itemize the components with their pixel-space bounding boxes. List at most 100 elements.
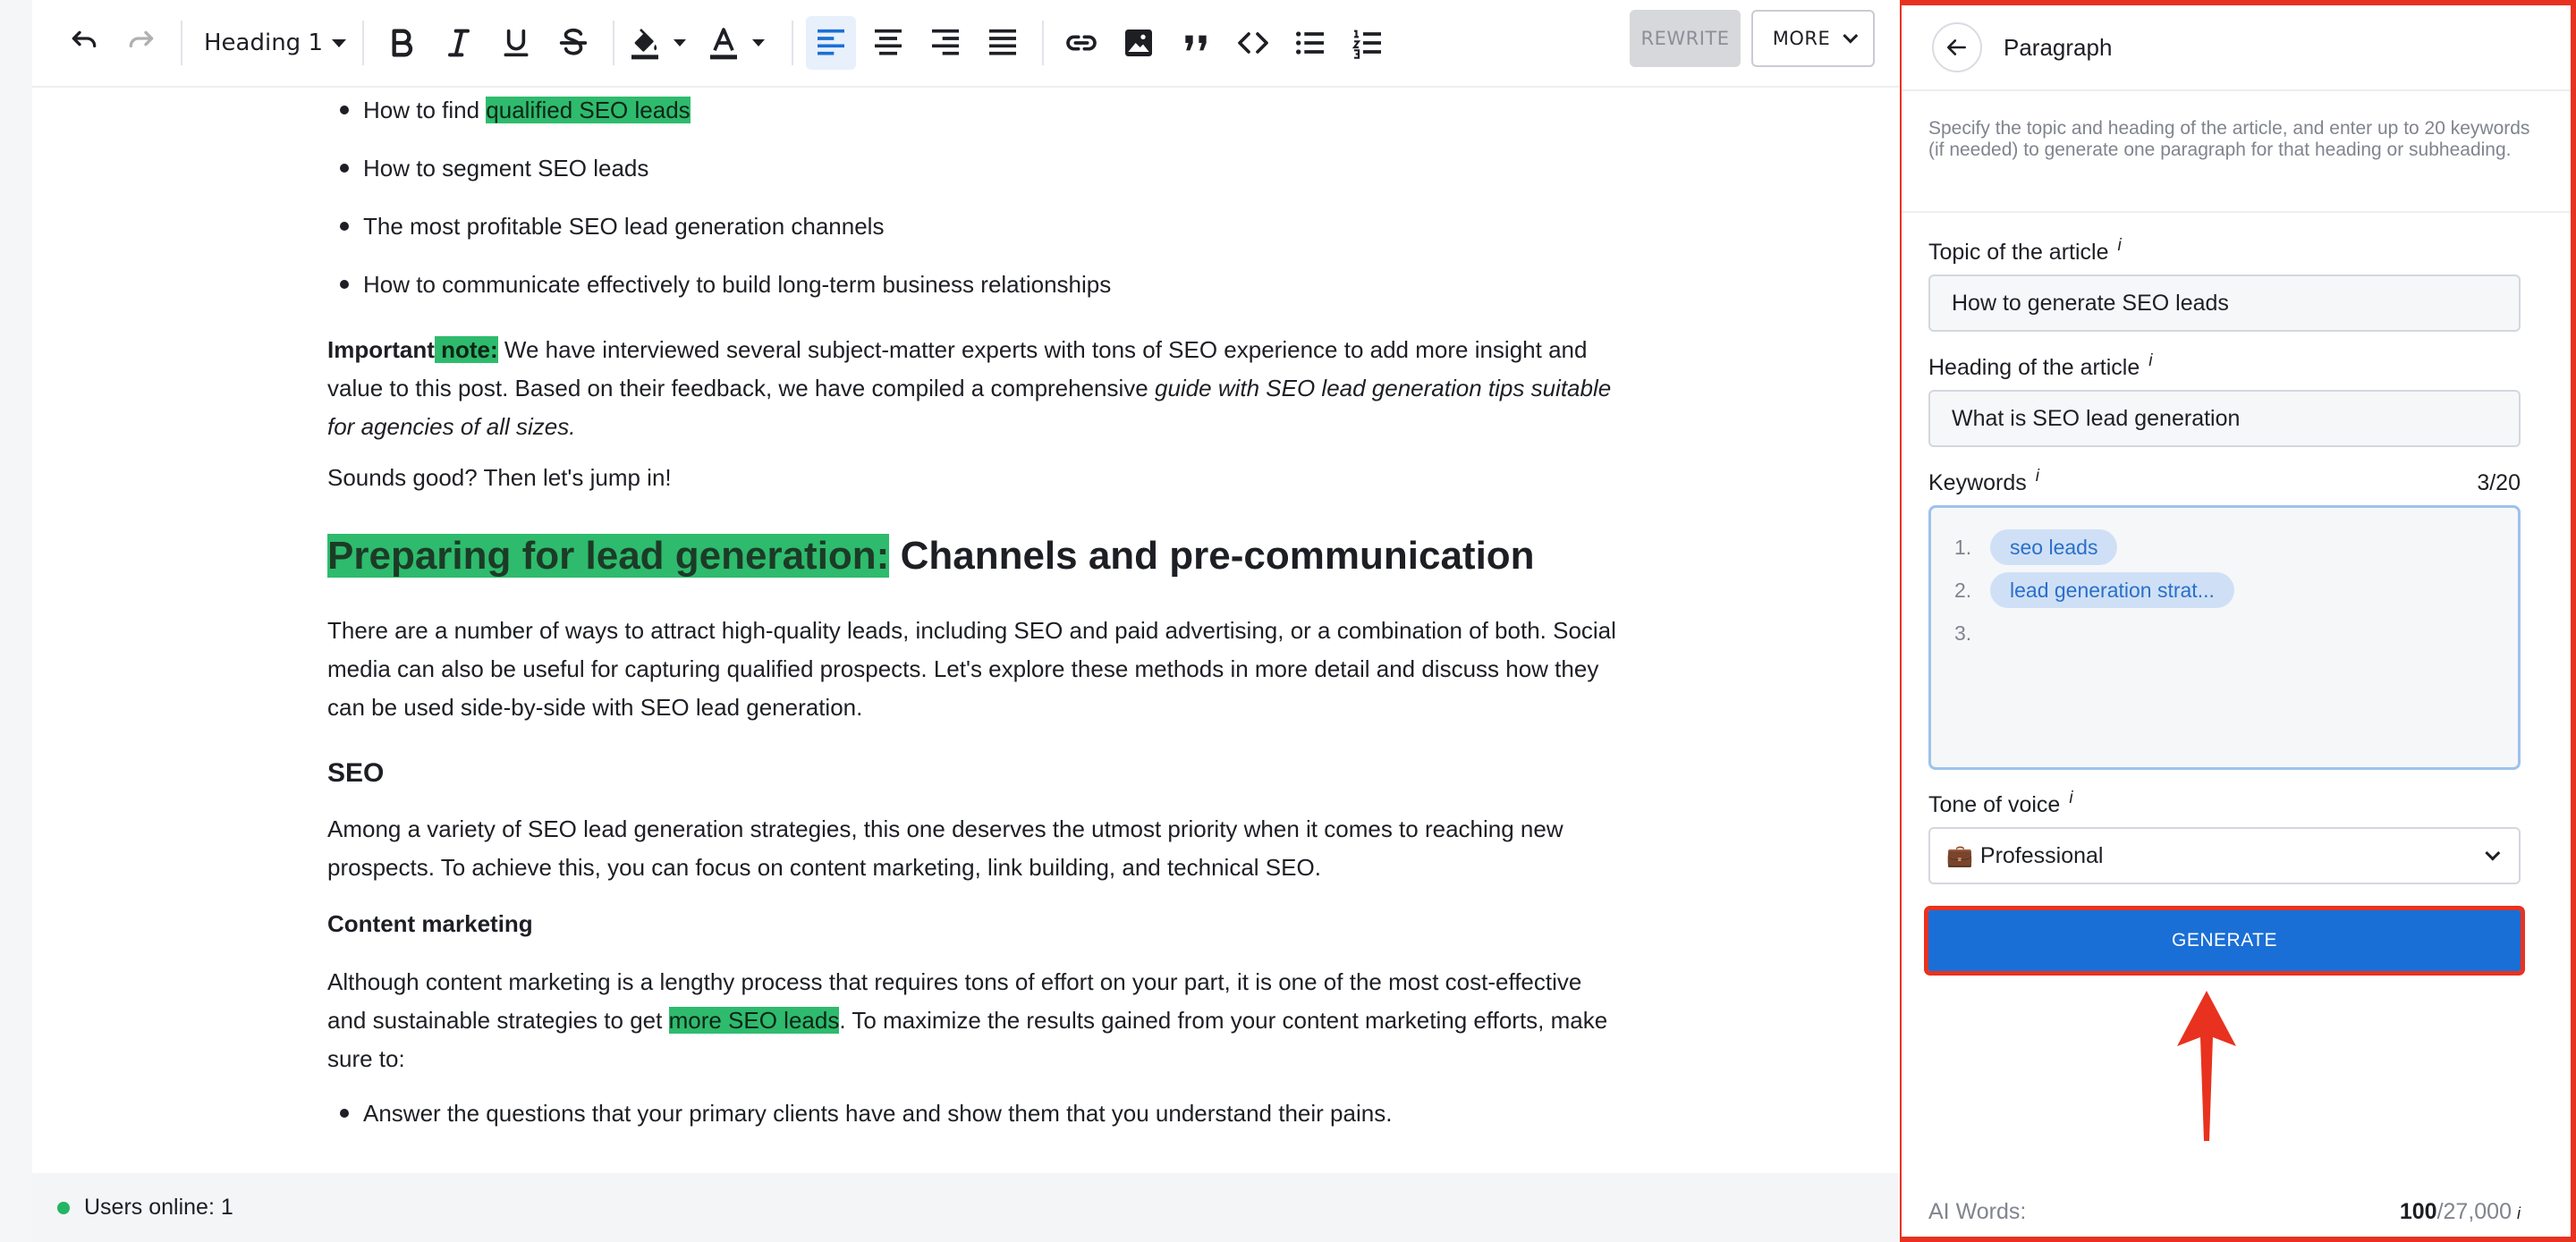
keyword-number: 3.	[1954, 621, 1972, 645]
subsection-heading-content-marketing: Content marketing	[327, 910, 533, 937]
important-note-paragraph: Important note: We have interviewed seve…	[327, 331, 1624, 446]
align-center-button[interactable]	[863, 16, 913, 70]
rewrite-button[interactable]: REWRITE	[1630, 10, 1741, 67]
italic-button[interactable]	[434, 16, 484, 70]
caret-down-icon	[752, 39, 765, 46]
keywords-field-group: Keywords i 3/20 1. seo leads 2. lead gen…	[1928, 467, 2521, 770]
align-center-icon	[875, 29, 902, 55]
image-icon	[1125, 30, 1152, 56]
undo-button[interactable]	[59, 16, 109, 70]
blockquote-button[interactable]	[1171, 16, 1221, 70]
more-button[interactable]: MORE	[1751, 10, 1875, 67]
online-status-dot	[57, 1201, 70, 1214]
keyword-row: 3.	[1954, 612, 2518, 655]
status-bar: Users online: 1	[32, 1173, 1900, 1242]
code-icon	[1238, 32, 1268, 54]
heading-select[interactable]: Heading 1	[195, 16, 355, 70]
strikethrough-icon	[559, 28, 588, 55]
section-heading: Preparing for lead generation: Channels …	[327, 531, 1624, 581]
quote-icon	[1185, 35, 1207, 51]
list-item: Answer the questions that your primary c…	[327, 1091, 1624, 1149]
tone-select-value: Professional	[1979, 842, 2104, 868]
paragraph-generator-panel: Paragraph Specify the topic and heading …	[1900, 0, 2576, 1242]
redo-button[interactable]	[116, 16, 166, 70]
insert-link-button[interactable]	[1056, 16, 1106, 70]
toolbar-divider	[181, 21, 182, 65]
topic-label-text: Topic of the article	[1928, 240, 2109, 265]
underline-button[interactable]	[491, 16, 541, 70]
highlighted-text: more SEO leads	[668, 1007, 840, 1034]
keywords-label: Keywords i 3/20	[1928, 467, 2521, 496]
caret-down-icon	[674, 39, 686, 46]
subsection-heading-seo: SEO	[327, 758, 385, 788]
tone-label-text: Tone of voice	[1928, 792, 2061, 817]
ai-words-value: 100/27,000 i	[2400, 1199, 2521, 1225]
numbered-list-button[interactable]	[1343, 16, 1393, 70]
bold-button[interactable]	[377, 16, 427, 70]
chevron-down-icon	[1843, 28, 1859, 44]
list-item-text: How to communicate effectively to build …	[363, 271, 1112, 298]
caret-down-icon	[332, 38, 346, 47]
highlight-color-button[interactable]	[627, 16, 699, 70]
insert-image-button[interactable]	[1114, 16, 1164, 70]
align-left-icon	[818, 29, 844, 55]
back-button[interactable]	[1932, 22, 1982, 72]
panel-description: Specify the topic and heading of the art…	[1902, 91, 2571, 213]
topic-input[interactable]: How to generate SEO leads	[1928, 275, 2521, 332]
panel-header: Paragraph	[1902, 5, 2571, 91]
heading-select-value: Heading 1	[204, 30, 323, 56]
code-button[interactable]	[1228, 16, 1278, 70]
list-item: The most profitable SEO lead generation …	[327, 204, 1624, 262]
align-right-button[interactable]	[920, 16, 970, 70]
link-icon	[1066, 35, 1097, 51]
keyword-number: 2.	[1954, 578, 1972, 602]
users-online-text: Users online: 1	[84, 1195, 233, 1220]
strikethrough-button[interactable]	[548, 16, 598, 70]
bullet-list-button[interactable]	[1285, 16, 1335, 70]
info-icon[interactable]: i	[2036, 467, 2039, 486]
tone-select[interactable]: 💼 Professional	[1928, 827, 2521, 884]
content-marketing-paragraph: Although content marketing is a lengthy …	[327, 963, 1624, 1078]
briefcase-icon: 💼	[1946, 843, 1973, 868]
text-color-button[interactable]	[706, 16, 777, 70]
heading-input[interactable]: What is SEO lead generation	[1928, 390, 2521, 447]
align-justify-icon	[989, 29, 1016, 55]
toolbar-divider	[792, 21, 793, 65]
document-body[interactable]: How to find qualified SEO leads How to s…	[327, 88, 1624, 1149]
arrow-left-icon	[1946, 39, 1966, 55]
align-justify-button[interactable]	[978, 16, 1028, 70]
chevron-down-icon	[2485, 845, 2501, 861]
info-icon[interactable]: i	[2069, 789, 2072, 808]
ai-words-counter: AI Words: 100/27,000 i	[1928, 1199, 2521, 1225]
editor-toolbar: Heading 1	[32, 0, 1900, 88]
paint-bucket-icon	[631, 29, 658, 60]
list-item: How to segment SEO leads	[327, 146, 1624, 204]
text-color-icon	[710, 28, 737, 60]
keyword-number: 1.	[1954, 535, 1972, 559]
list-item: How to find qualified SEO leads	[327, 88, 1624, 146]
info-icon[interactable]: i	[2118, 236, 2122, 256]
keyword-chip[interactable]: seo leads	[1990, 529, 2118, 565]
ai-words-label: AI Words:	[1928, 1199, 2027, 1224]
bold-icon	[392, 29, 413, 57]
align-left-button[interactable]	[806, 16, 856, 70]
keyword-row: 1. seo leads	[1954, 526, 2518, 569]
undo-icon	[72, 30, 97, 47]
keywords-label-text: Keywords	[1928, 470, 2027, 495]
list-item-text: How to find	[363, 97, 487, 123]
info-icon[interactable]: i	[2517, 1204, 2521, 1222]
keyword-row: 2. lead generation strat...	[1954, 569, 2518, 612]
italic-icon	[448, 29, 470, 57]
bullet-list-top: How to find qualified SEO leads How to s…	[327, 88, 1624, 320]
underline-icon	[504, 29, 529, 57]
redo-icon	[129, 30, 154, 47]
tone-field-group: Tone of voice i 💼 Professional	[1928, 789, 2521, 884]
list-item-text: How to segment SEO leads	[363, 155, 649, 182]
bullet-list-icon	[1296, 31, 1324, 55]
keyword-chip[interactable]: lead generation strat...	[1990, 572, 2234, 608]
channels-paragraph: There are a number of ways to attract hi…	[327, 617, 1616, 721]
info-icon[interactable]: i	[2148, 351, 2152, 371]
heading-label-text: Heading of the article	[1928, 355, 2140, 380]
generate-button[interactable]: GENERATE	[1924, 906, 2525, 976]
keywords-input[interactable]: 1. seo leads 2. lead generation strat...…	[1928, 505, 2521, 770]
